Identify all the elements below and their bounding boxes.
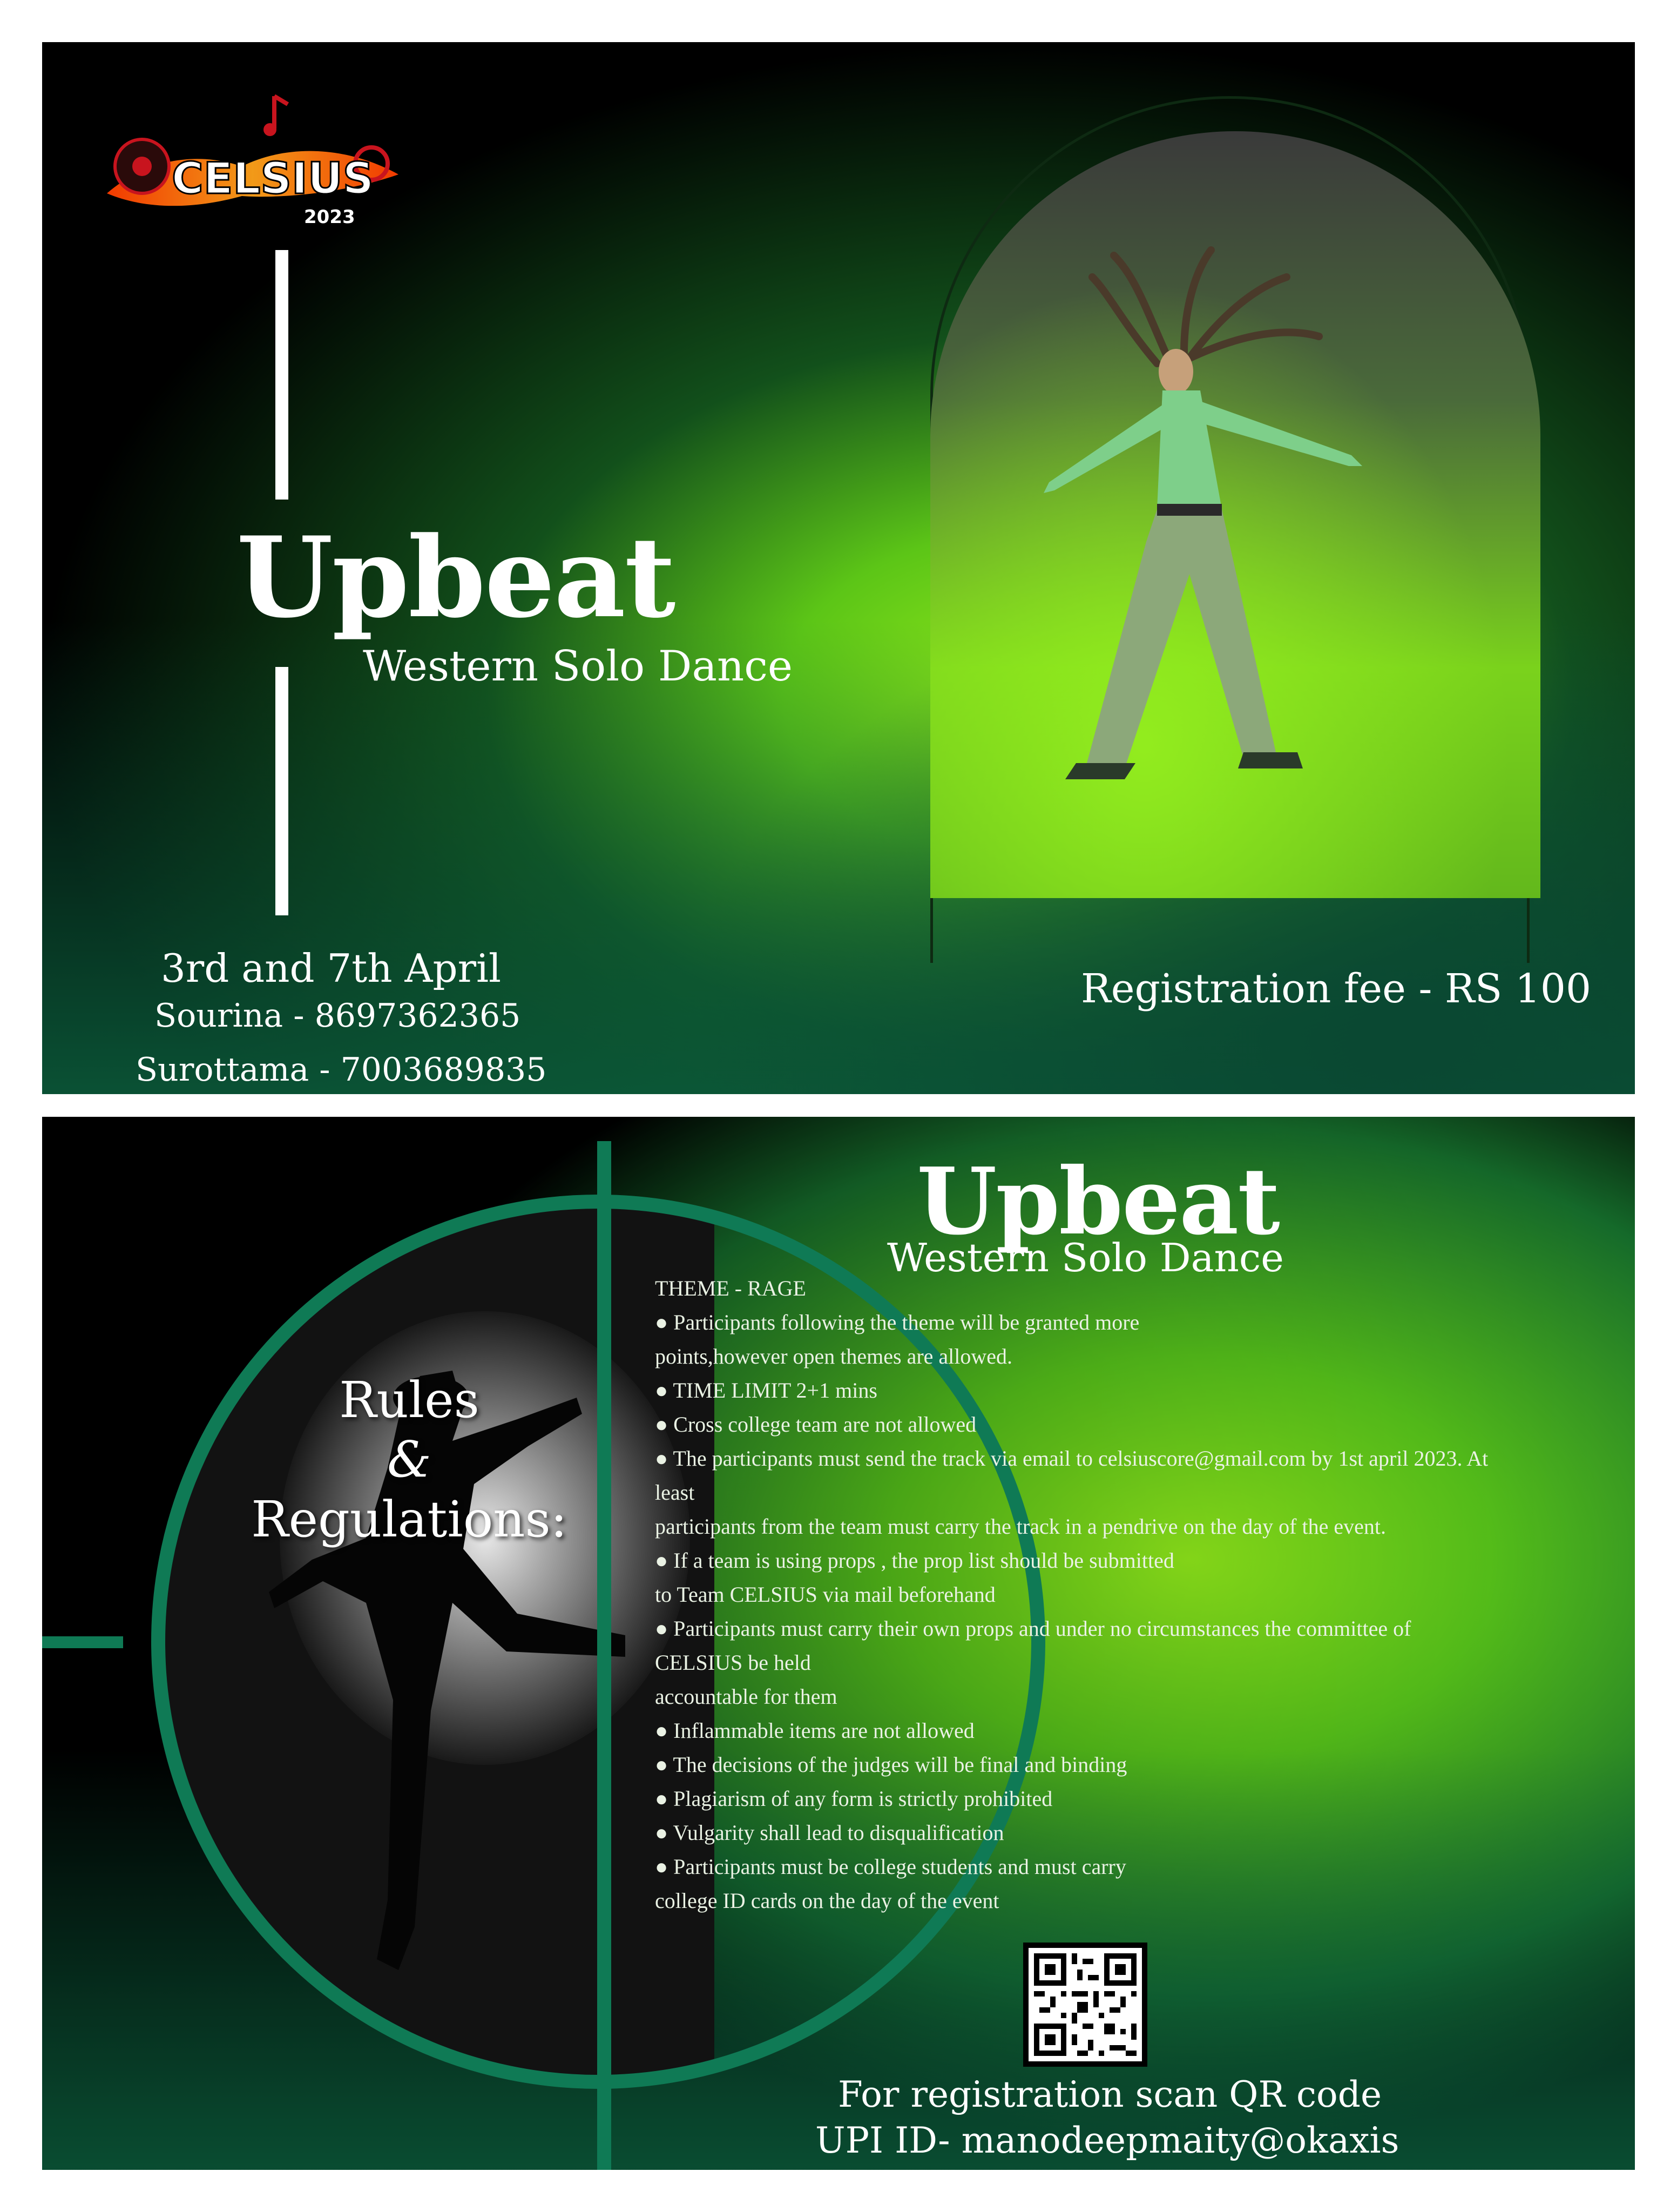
rule-line: college ID cards on the day of the event [655,1889,999,1913]
logo-wordmark: CELSIUS [172,153,374,204]
rule-line: participants from the team must carry th… [655,1514,1386,1539]
rule-line: ● Participants must be college students … [655,1854,1126,1879]
event-poster-rules: Rules & Regulations: Upbeat Western Solo… [42,1117,1635,2170]
rule-line: ● If a team is using props , the prop li… [655,1548,1174,1573]
rule-line: ● Vulgarity shall lead to disqualificati… [655,1820,1004,1845]
registration-qr-code[interactable] [1023,1943,1147,2067]
logo-year: 2023 [304,206,355,228]
registration-fee: Registration fee - RS 100 [1081,966,1592,1012]
upi-id: UPI ID- manodeepmaity@okaxis [815,2120,1399,2161]
rule-line: ● The decisions of the judges will be fi… [655,1752,1127,1777]
divider-bar-lower [275,667,288,915]
qr-instruction: For registration scan QR code [838,2074,1382,2115]
rule-line: ● Plagiarism of any form is strictly pro… [655,1786,1053,1811]
rule-line: to Team CELSIUS via mail beforehand [655,1582,996,1607]
rules-heading-line-1: Rules [339,1371,479,1429]
rule-line: ● Participants must carry their own prop… [655,1616,1411,1641]
rules-event-title: Upbeat [917,1148,1280,1256]
rule-line: points,however open themes are allowed. [655,1344,1013,1368]
rule-theme: THEME - RAGE [655,1276,806,1300]
rule-line: ● Participants following the theme will … [655,1310,1140,1334]
rule-line: CELSIUS be held [655,1650,811,1675]
contact-1: Sourina - 8697362365 [154,997,521,1035]
event-poster-front: CELSIUS 2023 Upbeat Western Solo Dance 3… [42,42,1635,1094]
rule-line: ● Inflammable items are not allowed [655,1718,975,1743]
rules-heading-line-3: Regulations: [251,1490,567,1548]
rules-list: THEME - RAGE ● Participants following th… [655,1271,1488,1918]
divider-bar-upper [275,250,288,500]
rule-line: ● Cross college team are not allowed [655,1412,977,1437]
rule-line: least [655,1480,695,1505]
celsius-logo: CELSIUS 2023 [102,80,404,242]
rule-line: ● TIME LIMIT 2+1 mins [655,1378,877,1402]
event-subtitle: Western Solo Dance [363,642,793,691]
rules-heading-line-2: & [387,1431,431,1489]
contact-2: Surottama - 7003689835 [136,1051,547,1089]
rule-line: accountable for them [655,1684,837,1709]
dancer-photo [930,131,1540,898]
event-title: Upbeat [236,513,675,643]
rule-line: ● The participants must send the track v… [655,1446,1489,1471]
event-date: 3rd and 7th April [161,946,502,991]
rules-heading: Rules & Regulations: [220,1371,598,1549]
